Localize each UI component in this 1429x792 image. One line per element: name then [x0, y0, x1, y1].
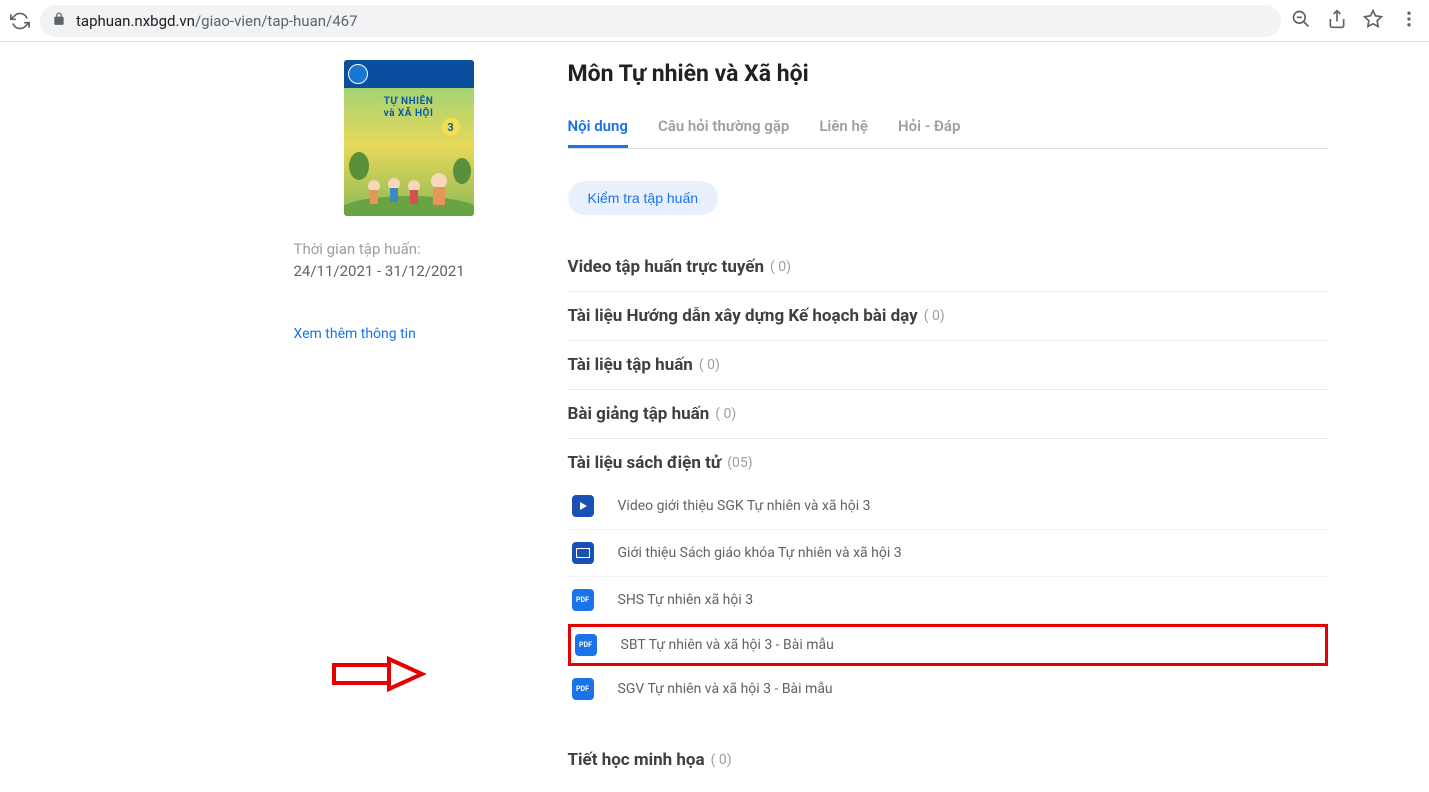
section-count: ( 0): [715, 406, 736, 422]
section-title: Tài liệu Hướng dẫn xây dựng Kế hoạch bài…: [568, 306, 918, 326]
resource-name: Giới thiệu Sách giáo khóa Tự nhiên và xã…: [618, 545, 902, 561]
section-count: ( 0): [924, 308, 945, 324]
video-icon: [572, 495, 594, 517]
tab-faq[interactable]: Câu hỏi thường gặp: [658, 107, 789, 148]
section-title: Video tập huấn trực tuyến: [568, 257, 765, 277]
section-ebooks[interactable]: Tài liệu sách điện tử (05) Video giới th…: [568, 439, 1328, 726]
tab-qa[interactable]: Hỏi - Đáp: [898, 107, 960, 148]
main-content: Môn Tự nhiên và Xã hội Nội dung Câu hỏi …: [568, 60, 1328, 784]
browser-toolbar: taphuan.nxbgd.vn/giao-vien/tap-huan/467: [0, 0, 1429, 42]
arrow-annotation-icon: [332, 654, 432, 694]
section-demo-lesson[interactable]: Tiết học minh họa ( 0): [568, 726, 1328, 784]
resource-name: SBT Tự nhiên và xã hội 3 - Bài mẫu: [621, 637, 834, 653]
book-title: TỰ NHIÊN và XÃ HỘI: [344, 96, 474, 120]
resource-item-highlighted[interactable]: PDF SBT Tự nhiên và xã hội 3 - Bài mẫu: [568, 624, 1328, 666]
resource-name: SGV Tự nhiên và xã hội 3 - Bài mẫu: [618, 681, 833, 697]
section-video-training[interactable]: Video tập huấn trực tuyến ( 0): [568, 243, 1328, 292]
section-training-docs[interactable]: Tài liệu tập huấn ( 0): [568, 341, 1328, 390]
bookmark-icon[interactable]: [1363, 9, 1383, 33]
slide-icon: [572, 542, 594, 564]
section-title: Tài liệu tập huấn: [568, 355, 693, 375]
section-count: ( 0): [711, 752, 732, 768]
url-text: taphuan.nxbgd.vn/giao-vien/tap-huan/467: [76, 12, 358, 30]
section-title: Tiết học minh họa: [568, 750, 705, 770]
resource-item[interactable]: PDF SHS Tự nhiên xã hội 3: [568, 577, 1328, 624]
lock-icon: [52, 11, 66, 30]
share-icon[interactable]: [1327, 9, 1347, 33]
zoom-out-icon[interactable]: [1291, 9, 1311, 33]
resource-item[interactable]: Video giới thiệu SGK Tự nhiên và xã hội …: [568, 483, 1328, 530]
resource-name: SHS Tự nhiên xã hội 3: [618, 592, 754, 608]
section-title: Tài liệu sách điện tử: [568, 453, 722, 473]
address-bar[interactable]: taphuan.nxbgd.vn/giao-vien/tap-huan/467: [40, 5, 1281, 37]
tab-content[interactable]: Nội dung: [568, 107, 628, 148]
page-title: Môn Tự nhiên và Xã hội: [568, 60, 1328, 87]
training-time-label: Thời gian tập huấn:: [294, 240, 524, 258]
book-grade-number: 3: [442, 118, 460, 136]
book-cover: TỰ NHIÊN và XÃ HỘI 3: [344, 60, 474, 216]
section-count: ( 0): [770, 259, 791, 275]
publisher-logo-icon: [348, 64, 368, 84]
section-lectures[interactable]: Bài giảng tập huấn ( 0): [568, 390, 1328, 439]
tabs: Nội dung Câu hỏi thường gặp Liên hệ Hỏi …: [568, 107, 1328, 149]
pdf-icon: PDF: [575, 634, 597, 656]
book-illustration: [344, 136, 474, 216]
section-count: (05): [727, 455, 752, 471]
reload-button[interactable]: [10, 11, 30, 31]
tab-contact[interactable]: Liên hệ: [819, 107, 868, 148]
more-icon[interactable]: [1399, 9, 1419, 33]
pdf-icon: PDF: [572, 678, 594, 700]
browser-actions: [1291, 9, 1419, 33]
view-more-link[interactable]: Xem thêm thông tin: [294, 326, 524, 342]
section-title: Bài giảng tập huấn: [568, 404, 710, 424]
resource-item[interactable]: PDF SGV Tự nhiên và xã hội 3 - Bài mẫu: [568, 666, 1328, 712]
resource-item[interactable]: Giới thiệu Sách giáo khóa Tự nhiên và xã…: [568, 530, 1328, 577]
pdf-icon: PDF: [572, 589, 594, 611]
resource-name: Video giới thiệu SGK Tự nhiên và xã hội …: [618, 498, 871, 514]
section-count: ( 0): [699, 357, 720, 373]
check-training-button[interactable]: Kiểm tra tập huấn: [568, 181, 719, 215]
section-lesson-plan[interactable]: Tài liệu Hướng dẫn xây dựng Kế hoạch bài…: [568, 292, 1328, 341]
training-time-value: 24/11/2021 - 31/12/2021: [294, 262, 524, 280]
